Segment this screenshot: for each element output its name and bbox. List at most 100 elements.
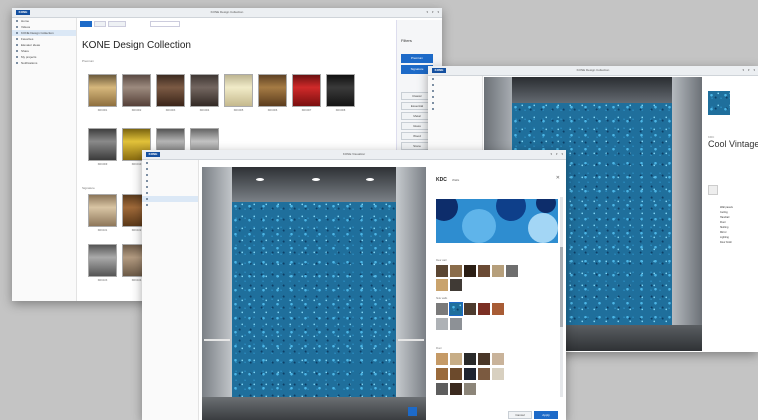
design-thumbnail <box>708 91 730 115</box>
tile-caption: KDC004 <box>199 109 210 112</box>
handrail-left <box>204 339 230 341</box>
spec-list: Wall panels Ceiling Handrail Floor Skirt… <box>720 205 756 245</box>
material-swatch[interactable] <box>478 368 490 380</box>
material-swatch[interactable] <box>436 353 448 365</box>
design-tile[interactable] <box>258 74 287 107</box>
mosaic-wall-panel <box>232 202 396 397</box>
material-swatch[interactable] <box>450 383 462 395</box>
apply-button[interactable]: Apply <box>534 411 558 419</box>
ceiling-light <box>312 178 320 181</box>
window-visualizer: KONE KONE Visualizer ▾ ▾ ▾ KDC Walls ✕ R… <box>142 150 566 420</box>
sidebar: Home Videos KONE Design Collection Favor… <box>12 18 77 301</box>
material-swatch[interactable] <box>492 353 504 365</box>
material-swatch[interactable] <box>506 265 518 277</box>
panel-scrollbar[interactable] <box>560 197 563 397</box>
ceiling-light <box>366 178 374 181</box>
cabin-right-wall <box>396 167 426 420</box>
material-panel: KDC Walls ✕ Rear wall Side walls Floor C… <box>432 167 566 420</box>
material-swatch[interactable] <box>436 318 448 330</box>
design-tile[interactable] <box>122 74 151 107</box>
panel-title: KDC <box>436 177 447 183</box>
material-swatch[interactable] <box>492 368 504 380</box>
sidebar <box>142 160 199 420</box>
material-swatch[interactable] <box>492 303 504 315</box>
design-tile[interactable] <box>88 74 117 107</box>
window-controls[interactable]: ▾ ▾ ▾ <box>422 10 439 14</box>
material-swatch[interactable] <box>436 279 448 291</box>
tile-caption: KDC006 <box>267 109 278 112</box>
design-tile[interactable] <box>88 194 117 227</box>
page-title: KONE Design Collection <box>82 40 191 51</box>
tile-caption: KDC008 <box>335 109 346 112</box>
material-swatch[interactable] <box>450 265 462 277</box>
design-tile[interactable] <box>224 74 253 107</box>
section-label-side-walls: Side walls <box>436 297 448 300</box>
window-title: KONE Design Collection <box>210 10 244 14</box>
section-label-floor: Floor <box>436 347 442 350</box>
elevator-preview <box>202 167 426 420</box>
design-tile[interactable] <box>156 74 185 107</box>
cabin-left-wall <box>202 167 232 420</box>
spec-line: Door finish <box>720 241 732 244</box>
section-label-premium: Premium <box>82 59 95 63</box>
search-icon[interactable] <box>150 21 180 27</box>
material-swatch[interactable] <box>478 265 490 277</box>
material-swatch[interactable] <box>436 303 448 315</box>
tile-caption: KDC101 <box>97 229 108 232</box>
ceiling-light <box>256 178 264 181</box>
design-tile[interactable] <box>292 74 321 107</box>
cabin-ceiling <box>484 77 702 103</box>
material-swatch[interactable] <box>464 265 476 277</box>
material-swatch[interactable] <box>464 368 476 380</box>
window-title: KONE Design Collection <box>576 68 610 72</box>
detail-panel: KDC Cool Vintage Wall panels Ceiling Han… <box>704 77 758 352</box>
cancel-button[interactable]: Cancel <box>508 411 532 419</box>
material-swatch[interactable] <box>464 383 476 395</box>
design-name: Cool Vintage <box>708 139 758 149</box>
design-tile[interactable] <box>326 74 355 107</box>
cabin-right-wall <box>672 77 702 351</box>
sidebar-item[interactable] <box>142 202 198 208</box>
material-swatch[interactable] <box>436 368 448 380</box>
design-tile[interactable] <box>88 128 117 161</box>
design-tile[interactable] <box>88 244 117 277</box>
handrail-right <box>398 339 424 341</box>
material-swatch[interactable] <box>478 303 490 315</box>
view-list-button[interactable] <box>94 21 106 27</box>
sort-button[interactable] <box>108 21 126 27</box>
material-swatch[interactable] <box>450 353 462 365</box>
view-grid-button[interactable] <box>80 21 92 27</box>
sidebar-item[interactable] <box>428 106 482 112</box>
filter-title: Filters <box>401 38 412 43</box>
tile-caption: KDC005 <box>233 109 244 112</box>
design-tile[interactable] <box>190 74 219 107</box>
titlebar: KONE KONE Design Collection ▾ ▾ ▾ <box>12 8 442 18</box>
filter-premium[interactable]: Premium <box>401 54 433 63</box>
window-title: KONE Visualizer <box>342 152 366 156</box>
tile-caption: KDC007 <box>301 109 312 112</box>
material-swatch-selected[interactable] <box>449 302 463 316</box>
window-controls[interactable]: ▾ ▾ ▾ <box>546 152 563 156</box>
material-swatch[interactable] <box>478 353 490 365</box>
material-swatch[interactable] <box>492 265 504 277</box>
material-swatch[interactable] <box>450 368 462 380</box>
material-swatch[interactable] <box>436 265 448 277</box>
scrollbar-thumb[interactable] <box>560 247 563 327</box>
section-label-rear-wall: Rear wall <box>436 259 447 262</box>
window-controls[interactable]: ▾ ▾ ▾ <box>738 68 755 72</box>
sidebar-item-notifications[interactable]: Notifications <box>12 60 76 66</box>
material-swatch[interactable] <box>450 279 462 291</box>
favorite-icon[interactable] <box>708 185 718 195</box>
tile-caption: KDC103 <box>97 279 108 282</box>
zoom-icon[interactable] <box>408 407 417 416</box>
material-swatch[interactable] <box>464 303 476 315</box>
material-swatch[interactable] <box>436 383 448 395</box>
titlebar: KONE KONE Design Collection ▾ ▾ ▾ <box>428 66 758 76</box>
pattern-preview <box>436 199 558 243</box>
material-swatch[interactable] <box>450 318 462 330</box>
close-icon[interactable]: ✕ <box>556 175 560 181</box>
panel-subtitle: Walls <box>452 178 460 182</box>
tile-caption: KDC002 <box>131 109 142 112</box>
material-swatch[interactable] <box>464 353 476 365</box>
toolbar <box>80 21 190 27</box>
